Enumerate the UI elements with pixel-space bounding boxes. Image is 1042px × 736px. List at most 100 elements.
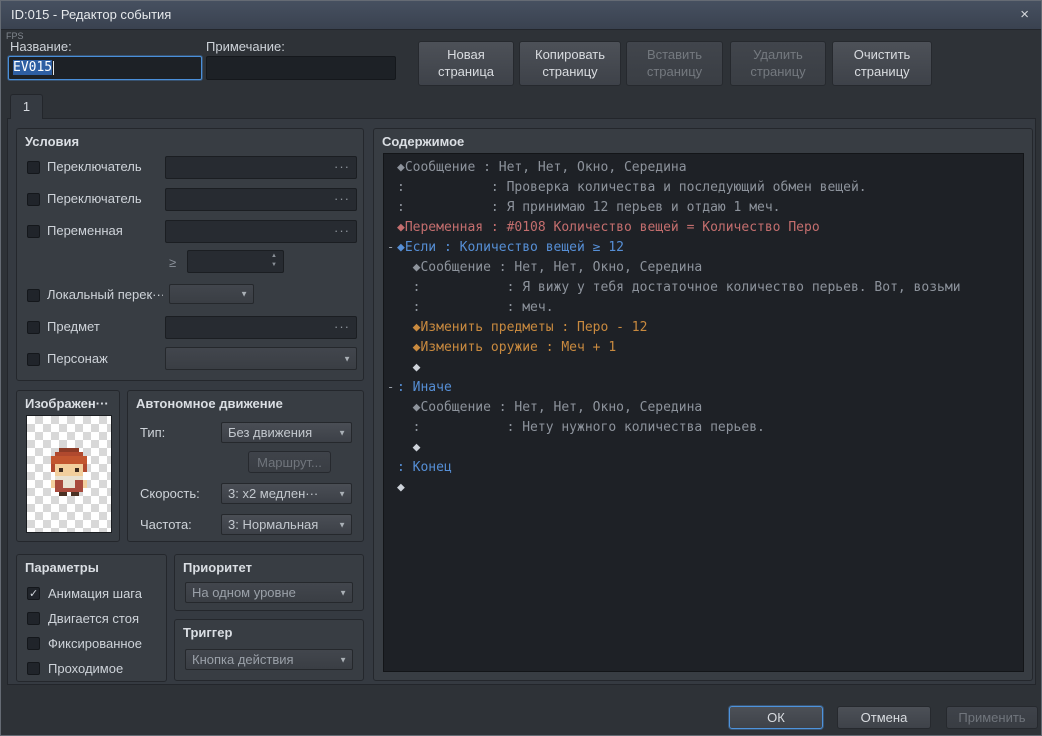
delete-page-button[interactable]: Удалить страницу: [730, 41, 826, 86]
event-command-list[interactable]: ◆Сообщение : Нет, Нет, Окно, Середина: :…: [383, 153, 1024, 672]
option-row: Двигается стоя: [17, 606, 166, 631]
event-command-line[interactable]: : Конец: [384, 457, 1023, 477]
event-command-line[interactable]: ◆Изменить предметы : Перо - 12: [384, 317, 1023, 337]
variable-label: Переменная: [47, 223, 123, 238]
actor-dropdown[interactable]: ▼: [165, 347, 357, 370]
event-command-line[interactable]: ◆: [384, 477, 1023, 497]
event-command-line[interactable]: ◆Переменная : #0108 Количество вещей = К…: [384, 217, 1023, 237]
route-button[interactable]: Маршрут...: [248, 451, 331, 473]
close-icon[interactable]: ×: [1020, 1, 1029, 29]
event-command-line[interactable]: : : Нету нужного количества перьев.: [384, 417, 1023, 437]
paste-page-button[interactable]: Вставить страницу: [626, 41, 723, 86]
ellipsis-icon[interactable]: ···: [334, 191, 350, 206]
command-text: ◆Если : Количество вещей ≥ 12: [397, 239, 624, 255]
priority-dropdown[interactable]: На одном уровне ▼: [185, 582, 353, 603]
name-input[interactable]: EV015: [8, 56, 202, 80]
chevron-down-icon: ▼: [339, 588, 347, 597]
titlebar[interactable]: ID:015 - Редактор события ×: [1, 1, 1041, 30]
conditions-title: Условия: [25, 134, 80, 149]
collapse-marker[interactable]: -: [384, 380, 397, 394]
tab-page-1[interactable]: 1: [10, 94, 43, 119]
option-checkbox[interactable]: [27, 662, 40, 675]
switch2-label: Переключатель: [47, 191, 142, 206]
move-type-dropdown[interactable]: Без движения ▼: [221, 422, 352, 443]
trigger-title: Триггер: [183, 625, 233, 640]
move-freq-value: 3: Нормальная: [228, 517, 319, 532]
variable-value-spinner[interactable]: ▲ ▼: [187, 250, 284, 273]
options-title: Параметры: [25, 560, 99, 575]
switch1-checkbox[interactable]: [27, 161, 40, 174]
chevron-down-icon: ▼: [338, 489, 346, 498]
ok-button[interactable]: ОК: [729, 706, 823, 729]
option-row: Проходимое: [17, 656, 166, 681]
page-panel: Условия Переключатель ··· Переключатель …: [7, 118, 1036, 685]
switch2-checkbox[interactable]: [27, 193, 40, 206]
self-switch-dropdown[interactable]: ▼: [169, 284, 254, 304]
item-checkbox[interactable]: [27, 321, 40, 334]
command-text: : : Проверка количества и последующий об…: [397, 179, 867, 195]
note-input[interactable]: [206, 56, 396, 80]
ellipsis-icon[interactable]: ···: [334, 319, 350, 334]
character-image-box[interactable]: [26, 415, 112, 533]
event-command-line[interactable]: - ◆Если : Количество вещей ≥ 12: [384, 237, 1023, 257]
move-speed-dropdown[interactable]: 3: x2 медлен··· ▼: [221, 483, 352, 504]
apply-button[interactable]: Применить: [946, 706, 1038, 729]
event-command-line[interactable]: : : меч.: [384, 297, 1023, 317]
event-editor-window: ID:015 - Редактор события × FPS Название…: [0, 0, 1042, 736]
move-freq-label: Частота:: [140, 517, 192, 532]
event-command-line[interactable]: ◆Сообщение : Нет, Нет, Окно, Середина: [384, 397, 1023, 417]
command-text: : Конец: [397, 459, 452, 475]
move-speed-value: 3: x2 медлен···: [228, 486, 319, 501]
event-command-line[interactable]: ◆Изменить оружие : Меч + 1: [384, 337, 1023, 357]
switch1-field[interactable]: ···: [165, 156, 357, 179]
ellipsis-icon[interactable]: ···: [334, 159, 350, 174]
event-command-line[interactable]: : : Проверка количества и последующий об…: [384, 177, 1023, 197]
conditions-group: Условия Переключатель ··· Переключатель …: [16, 128, 364, 381]
new-page-button[interactable]: Новая страница: [418, 41, 514, 86]
chevron-down-icon: ▼: [338, 520, 346, 529]
options-group: Параметры Анимация шага Двигается стоя Фик…: [16, 554, 167, 682]
contents-group: Содержимое ◆Сообщение : Нет, Нет, Окно, …: [373, 128, 1033, 681]
cancel-button[interactable]: Отмена: [837, 706, 931, 729]
self-switch-checkbox[interactable]: [27, 289, 40, 302]
command-text: : Иначе: [397, 379, 452, 395]
name-value-selected: EV015: [13, 60, 53, 75]
spinner-down-icon[interactable]: ▼: [271, 261, 277, 270]
character-sprite: [51, 448, 87, 496]
self-switch-label: Локальный перек···: [47, 287, 163, 302]
actor-checkbox[interactable]: [27, 353, 40, 366]
event-command-line[interactable]: : : Я вижу у тебя достаточное количество…: [384, 277, 1023, 297]
autonomous-movement-group: Автономное движение Тип: Без движения ▼ …: [127, 390, 364, 542]
option-checkbox[interactable]: [27, 587, 40, 600]
clear-page-button[interactable]: Очистить страницу: [832, 41, 932, 86]
option-checkbox[interactable]: [27, 637, 40, 650]
option-label: Проходимое: [48, 661, 124, 676]
event-command-line[interactable]: : : Я принимаю 12 перьев и отдаю 1 меч.: [384, 197, 1023, 217]
switch2-field[interactable]: ···: [165, 188, 357, 211]
command-text: ◆: [397, 479, 405, 495]
variable-checkbox[interactable]: [27, 225, 40, 238]
event-command-line[interactable]: ◆Сообщение : Нет, Нет, Окно, Середина: [384, 257, 1023, 277]
trigger-dropdown[interactable]: Кнопка действия ▼: [185, 649, 353, 670]
move-freq-dropdown[interactable]: 3: Нормальная ▼: [221, 514, 352, 535]
spinner-up-icon[interactable]: ▲: [271, 252, 277, 261]
option-checkbox[interactable]: [27, 612, 40, 625]
variable-field[interactable]: ···: [165, 220, 357, 243]
spinner-arrows[interactable]: ▲ ▼: [267, 252, 281, 270]
event-command-line[interactable]: ◆: [384, 357, 1023, 377]
item-field[interactable]: ···: [165, 316, 357, 339]
event-command-line[interactable]: ◆Сообщение : Нет, Нет, Окно, Середина: [384, 157, 1023, 177]
option-label: Анимация шага: [48, 586, 142, 601]
copy-page-button[interactable]: Копировать страницу: [519, 41, 621, 86]
command-text: ◆: [397, 359, 421, 375]
command-text: : : меч.: [397, 299, 554, 315]
event-command-line[interactable]: ◆: [384, 437, 1023, 457]
image-group: Изображен···: [16, 390, 120, 542]
option-row: Анимация шага: [17, 581, 166, 606]
note-label: Примечание:: [206, 39, 285, 54]
event-command-line[interactable]: -: Иначе: [384, 377, 1023, 397]
ellipsis-icon[interactable]: ···: [334, 223, 350, 238]
chevron-down-icon: ▼: [339, 655, 347, 664]
collapse-marker[interactable]: -: [384, 240, 397, 254]
command-text: ◆Изменить предметы : Перо - 12: [397, 319, 648, 335]
